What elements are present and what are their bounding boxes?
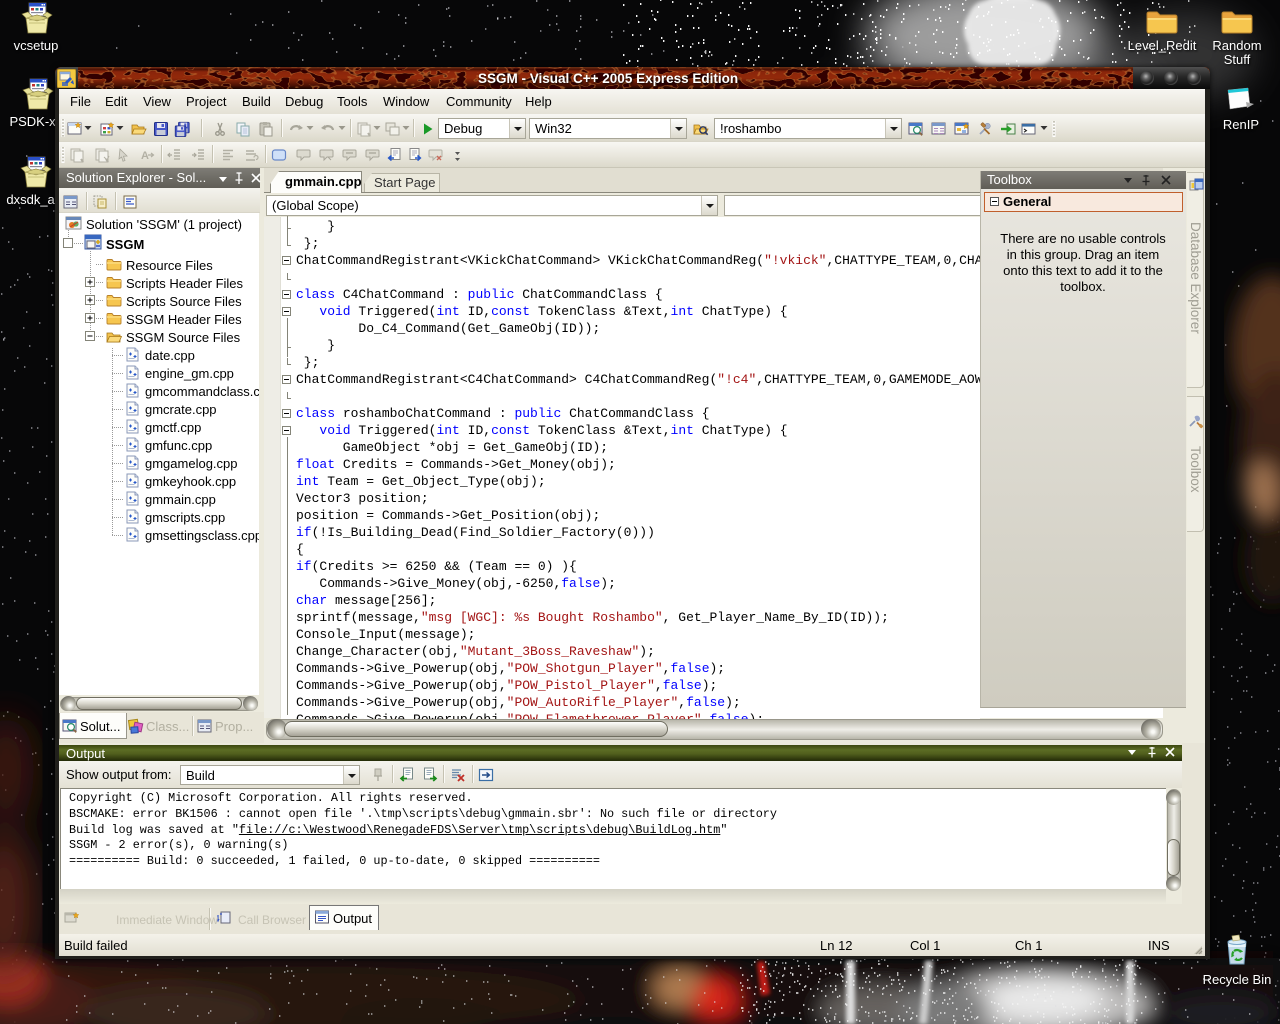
svg-text:A: A: [141, 150, 149, 162]
